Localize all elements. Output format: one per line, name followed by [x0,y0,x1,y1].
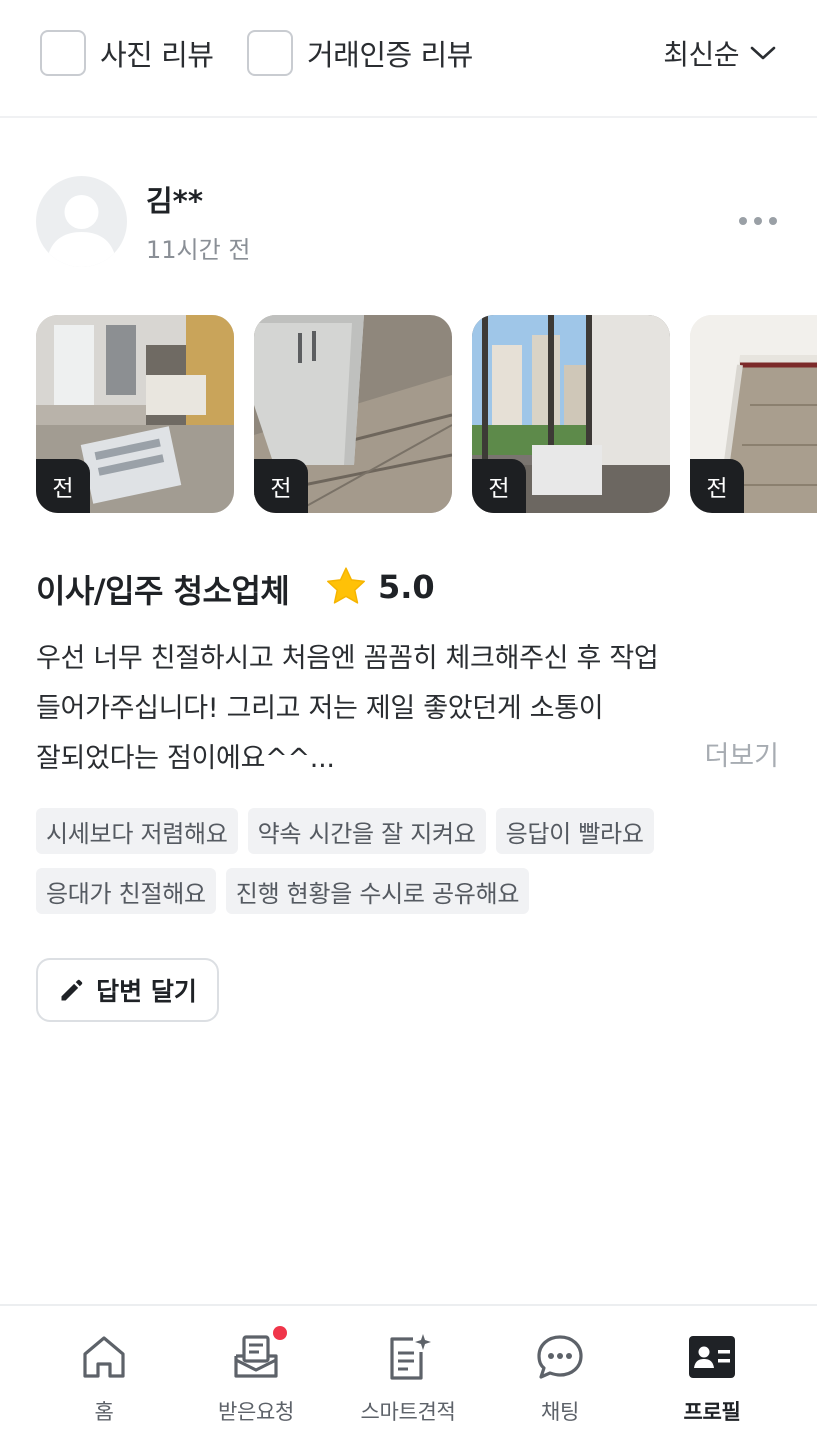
review-body: 우선 너무 친절하시고 처음엔 꼼꼼히 체크해주신 후 작업 들어가주십니다! … [36,634,736,784]
photo-badge: 전 [36,459,90,513]
tag: 시세보다 저렴해요 [36,808,238,854]
review-photo[interactable]: 전 [690,315,817,513]
photo-review-filter[interactable]: 사진 리뷰 [40,30,214,76]
review-photo[interactable]: 전 [254,315,452,513]
review-line: 들어가주십니다! 그리고 저는 제일 좋았던게 소통이 [36,693,604,724]
verified-review-label: 거래인증 리뷰 [307,38,473,72]
bottom-nav: 홈 받은요청 스마트견적 채팅 프로필 [0,1304,817,1440]
profile-card-icon [689,1336,735,1378]
chevron-down-icon [750,46,776,60]
photo-badge: 전 [690,459,744,513]
review-line: 우선 너무 친절하시고 처음엔 꼼꼼히 체크해주신 후 작업 [36,643,659,674]
nav-profile-label: 프로필 [683,1400,741,1424]
nav-smart-quote-label: 스마트견적 [360,1400,456,1424]
rating: 5.0 [324,566,435,608]
filter-bar: 사진 리뷰 거래인증 리뷰 최신순 [0,0,817,118]
home-icon [83,1336,125,1378]
service-title: 이사/입주 청소업체 [36,572,290,610]
avatar [36,176,127,267]
nav-smart-quote[interactable]: 스마트견적 [333,1332,483,1424]
review-tags: 시세보다 저렴해요 약속 시간을 잘 지켜요 응답이 빨라요 응대가 친절해요 … [36,808,781,928]
tag: 응답이 빨라요 [495,808,654,854]
chat-icon [537,1335,583,1379]
more-options-button[interactable] [739,206,777,236]
verified-review-checkbox[interactable] [247,30,293,76]
photo-review-label: 사진 리뷰 [100,38,214,72]
tag: 약속 시간을 잘 지켜요 [247,808,486,854]
rating-value: 5.0 [378,568,435,606]
review-line: 잘되었다는 점이에요^^... [36,743,335,774]
nav-requests-label: 받은요청 [217,1400,295,1424]
nav-chat[interactable]: 채팅 [485,1332,635,1424]
more-link[interactable]: 더보기 [704,734,779,780]
reply-button[interactable]: 답변 달기 [36,958,219,1022]
smart-quote-icon [390,1334,431,1380]
reply-label: 답변 달기 [96,977,197,1006]
more-dot [739,217,747,225]
nav-requests[interactable]: 받은요청 [181,1326,331,1424]
pencil-icon [61,979,83,1001]
review-photo[interactable]: 전 [36,315,234,513]
photo-badge: 전 [472,459,526,513]
default-user-icon [46,195,117,267]
photo-review-checkbox[interactable] [40,30,86,76]
review-photo[interactable]: 전 [472,315,670,513]
inbox-icon [234,1335,278,1378]
nav-chat-label: 채팅 [540,1400,580,1424]
tag-row: 시세보다 저렴해요 약속 시간을 잘 지켜요 응답이 빨라요 [36,808,781,854]
notification-dot [273,1326,287,1340]
nav-home[interactable]: 홈 [29,1332,179,1424]
sort-dropdown[interactable]: 최신순 [663,30,777,76]
verified-review-filter[interactable]: 거래인증 리뷰 [247,30,473,76]
tag: 진행 현황을 수시로 공유해요 [225,868,530,914]
reviewer-name: 김** [146,184,204,218]
review-photos: 전 전 전 전 [36,315,817,513]
more-dot [769,217,777,225]
sort-label: 최신순 [663,38,739,71]
star-icon [327,567,365,604]
tag: 응대가 친절해요 [36,868,216,914]
nav-profile[interactable]: 프로필 [637,1332,787,1424]
review-time: 11시간 전 [146,236,251,264]
photo-badge: 전 [254,459,308,513]
tag-row: 응대가 친절해요 진행 현황을 수시로 공유해요 [36,868,781,914]
nav-home-label: 홈 [94,1400,114,1424]
more-dot [754,217,762,225]
